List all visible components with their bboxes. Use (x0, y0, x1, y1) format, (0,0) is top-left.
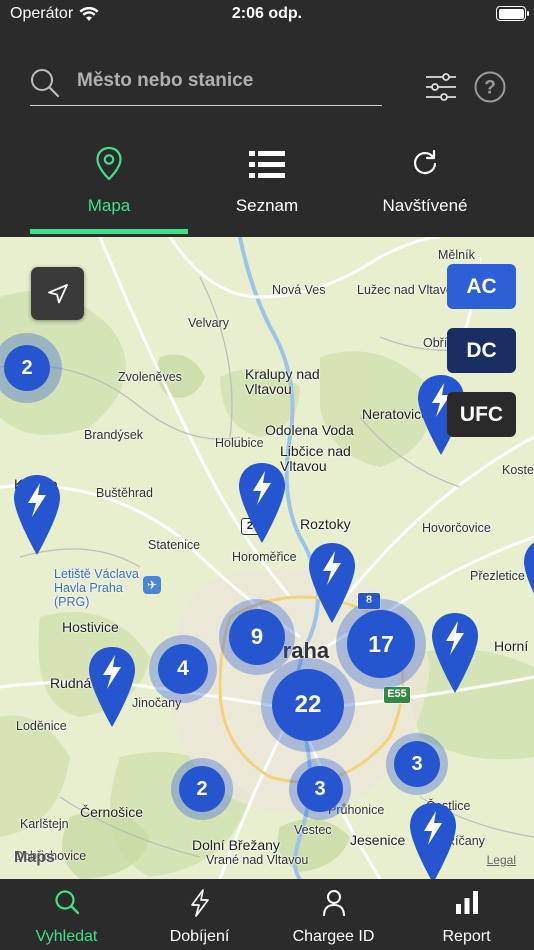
filter-ac-button[interactable]: AC (447, 264, 516, 309)
place-label: Roztoky (300, 516, 351, 532)
search-input[interactable]: Město nebo stanice (30, 64, 382, 106)
charging-station-pin[interactable] (522, 537, 534, 621)
search-placeholder: Město nebo stanice (77, 70, 254, 91)
status-time: 2:06 odp. (231, 5, 303, 22)
location-arrow-icon (47, 283, 68, 303)
tab-list-label: Seznam (235, 196, 299, 215)
place-label: Libčice nad Vltavou (280, 443, 351, 474)
bottom-tab-bar: Vyhledat Dobíjení Chargee ID Report (0, 879, 534, 950)
place-label: Přezletice (470, 569, 525, 583)
refresh-icon (413, 149, 437, 175)
place-label: Holubice (215, 436, 264, 450)
station-cluster[interactable]: 3 (386, 733, 448, 795)
battery-icon (496, 6, 529, 21)
search-icon (31, 69, 60, 98)
bottom-tab-label: Dobíjení (169, 928, 230, 945)
bottom-tab-report[interactable]: Report (400, 879, 533, 950)
bottom-tab-label: Vyhledat (35, 928, 98, 945)
cluster-count: 4 (158, 644, 208, 694)
tab-map-label: Mapa (87, 196, 131, 215)
svg-text:?: ? (484, 78, 496, 99)
filter-sliders-icon[interactable] (424, 70, 458, 104)
bar-chart-icon (455, 891, 478, 914)
lightning-icon (190, 889, 209, 917)
station-cluster[interactable]: 3 (289, 758, 351, 820)
bottom-tab-charging[interactable]: Dobíjení (133, 879, 266, 950)
place-label: Statenice (148, 538, 201, 552)
place-label: Horoměřice (232, 550, 297, 564)
charging-station-pin[interactable] (12, 473, 62, 557)
station-cluster[interactable]: 4 (149, 635, 217, 703)
place-label: Velvary (188, 316, 229, 330)
legal-link[interactable]: Legal (487, 853, 516, 867)
place-label: Lužec nad Vltavou (357, 283, 460, 297)
view-tabs: Mapa Seznam Navštívené (0, 140, 534, 237)
place-label: Nová Ves (272, 283, 326, 297)
locate-me-button[interactable] (31, 267, 84, 320)
tab-visited[interactable]: Navštívené (346, 140, 504, 237)
place-label: Mělník (438, 248, 475, 262)
charging-station-pin[interactable] (87, 645, 137, 729)
charging-station-pin[interactable] (307, 541, 357, 625)
maps-logo-text: Maps (14, 849, 55, 866)
place-label: Kralupy nad Vltavou (245, 366, 320, 397)
airport-icon: ✈ (143, 576, 161, 594)
maps-logo: Maps (14, 849, 55, 867)
cluster-count: 9 (229, 609, 285, 665)
search-icon (54, 890, 79, 915)
place-label: Vrané nad Vltavou (206, 853, 309, 867)
bottom-tab-label: Report (442, 928, 491, 945)
road-shield: E55 (383, 686, 411, 704)
tab-indicator (30, 229, 188, 234)
map-pin-icon (96, 146, 122, 181)
cluster-count: 3 (394, 741, 440, 787)
place-label: Černošice (80, 804, 144, 820)
tab-map[interactable]: Mapa (30, 140, 188, 237)
place-label: Rudná (50, 675, 92, 691)
place-label: Hovorčovice (422, 521, 491, 535)
place-label: Vestec (294, 823, 332, 837)
filter-ufc-button[interactable]: UFC (447, 392, 516, 437)
user-icon (322, 890, 345, 917)
filter-dc-button[interactable]: DC (447, 328, 516, 373)
airport-label: Letiště Václava Havla Praha (PRG) (54, 567, 139, 609)
station-cluster[interactable]: 2 (171, 758, 233, 820)
cluster-count: 3 (297, 766, 343, 812)
status-bar: Operátor 2:06 odp. (0, 0, 534, 30)
charging-station-pin[interactable] (408, 801, 458, 879)
station-cluster[interactable]: 22 (261, 658, 355, 752)
cluster-count: 2 (4, 345, 50, 391)
cluster-count: 2 (179, 766, 225, 812)
help-icon[interactable]: ? (474, 71, 506, 103)
bottom-tab-chargee-id[interactable]: Chargee ID (267, 879, 400, 950)
charging-station-pin[interactable] (237, 461, 287, 545)
bottom-tab-search[interactable]: Vyhledat (0, 879, 133, 950)
map-view[interactable]: Mělník Nová Ves Lužec nad Vltavou Velvar… (0, 237, 534, 879)
place-label: Dolní Břežany (192, 837, 280, 853)
cluster-count: 22 (272, 669, 344, 741)
place-label: Horní (494, 638, 529, 654)
place-label: Jesenice (350, 832, 406, 848)
header: Město nebo stanice ? Mapa Seznam Navštív… (0, 30, 534, 237)
tab-list[interactable]: Seznam (188, 140, 346, 237)
place-label: Loděnice (16, 719, 67, 733)
place-label: Hostivice (62, 619, 119, 635)
tab-visited-label: Navštívené (382, 196, 468, 215)
bottom-tab-label: Chargee ID (292, 928, 375, 945)
place-label: Karlštejn (20, 817, 69, 831)
place-label: Zvoleněves (118, 370, 182, 384)
place-label: Kostelec (502, 463, 534, 477)
place-label: Brandýsek (84, 428, 144, 442)
list-icon (249, 151, 285, 178)
cluster-count: 17 (347, 610, 415, 678)
place-label: Odolena Voda (265, 422, 354, 438)
charging-station-pin[interactable] (430, 611, 480, 695)
place-label: Buštěhrad (96, 486, 153, 500)
